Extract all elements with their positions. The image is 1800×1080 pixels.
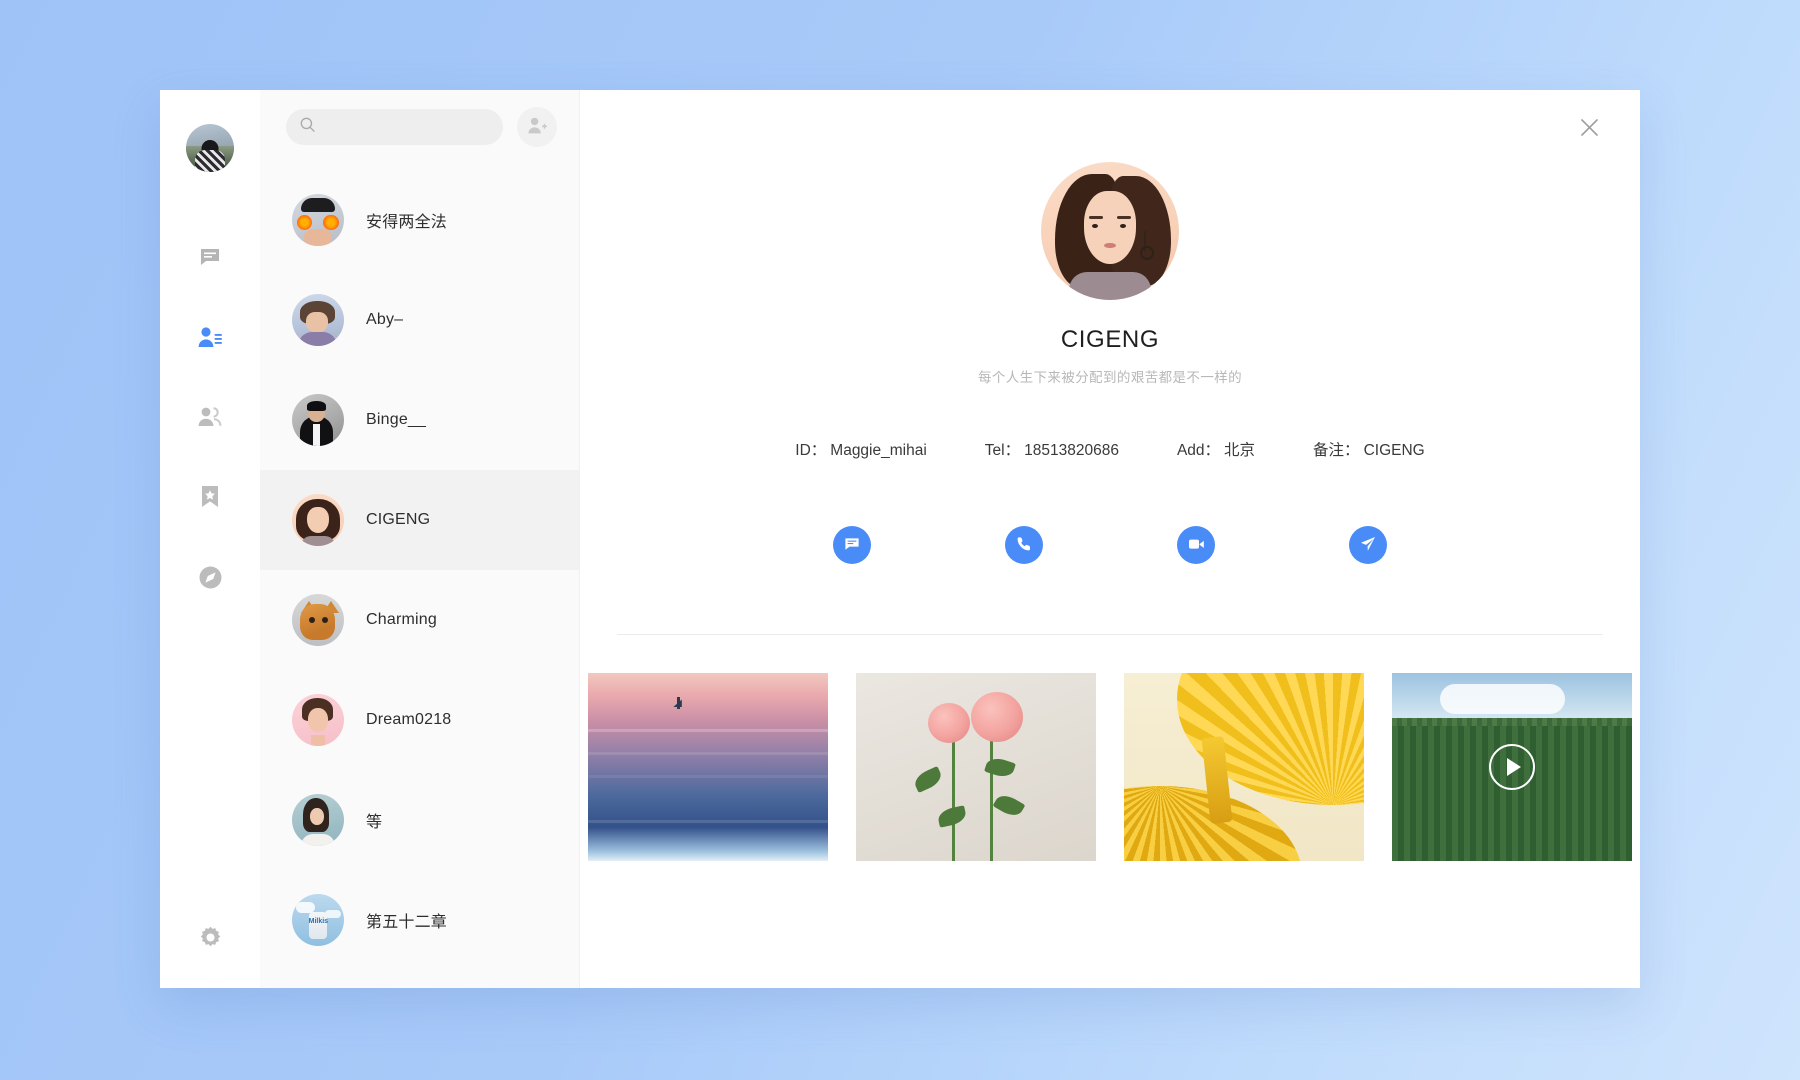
close-icon (1580, 118, 1599, 140)
info-key: Tel： (984, 442, 1021, 459)
nav-item-chats[interactable] (187, 234, 233, 280)
add-contact-button[interactable] (517, 107, 557, 147)
app-window: 安得两全法 Aby– Binge__ CIGENG Charming Dream… (160, 90, 1640, 988)
info-value: 18513820686 (1024, 442, 1119, 459)
send-file-button[interactable] (1349, 526, 1387, 564)
contact-name: 安得两全法 (366, 214, 448, 231)
user-avatar[interactable] (186, 124, 234, 172)
contact-name: Binge__ (366, 411, 427, 428)
info-item-remark: 备注： CIGENG (1313, 438, 1425, 460)
nav-item-discover[interactable] (187, 554, 233, 600)
message-icon (844, 536, 860, 555)
section-divider (617, 634, 1603, 635)
chat-icon (198, 245, 222, 269)
info-key: Add： (1176, 442, 1221, 459)
contact-name: Aby– (366, 311, 404, 328)
settings-gear-icon (198, 925, 223, 950)
contact-name: 第五十二章 (366, 914, 448, 931)
info-key: 备注： (1313, 442, 1360, 459)
profile-signature: 每个人生下来被分配到的艰苦都是不一样的 (977, 370, 1243, 385)
contact-avatar (292, 194, 344, 246)
contact-row-3[interactable]: CIGENG (260, 470, 579, 570)
info-value: CIGENG (1363, 442, 1425, 459)
contact-avatar (292, 794, 344, 846)
contact-name: Dream0218 (366, 711, 452, 728)
contact-list[interactable]: 安得两全法 Aby– Binge__ CIGENG Charming Dream… (260, 164, 579, 988)
video-call-button[interactable] (1177, 526, 1215, 564)
contact-avatar (292, 494, 344, 546)
ocean-sunset-photo[interactable] (588, 673, 828, 861)
bookmark-star-icon (199, 485, 221, 509)
contact-avatar (292, 694, 344, 746)
action-button-row (833, 526, 1387, 564)
nav-item-settings[interactable] (187, 914, 233, 960)
contact-row-2[interactable]: Binge__ (260, 370, 579, 470)
nav-rail (160, 90, 260, 988)
contact-row-1[interactable]: Aby– (260, 270, 579, 370)
contact-avatar: Milkis (292, 894, 344, 946)
contact-name: 等 (366, 814, 383, 831)
list-header (260, 90, 579, 164)
forest-video[interactable] (1392, 673, 1632, 861)
info-item-address: Add： 北京 (1177, 438, 1255, 460)
profile-name: CIGENG (1060, 326, 1160, 353)
contact-row-6[interactable]: 等 (260, 770, 579, 870)
contacts-icon (197, 325, 223, 349)
nav-item-favorites[interactable] (187, 474, 233, 520)
contact-name: Charming (366, 611, 437, 628)
send-message-button[interactable] (833, 526, 871, 564)
close-button[interactable] (1572, 112, 1606, 146)
contact-detail-panel: CIGENG 每个人生下来被分配到的艰苦都是不一样的 ID： Maggie_mih… (580, 90, 1640, 988)
info-key: ID： (795, 442, 827, 459)
profile-info-row: ID： Maggie_mihai Tel： 18513820686 Add： 北京 备… (795, 438, 1424, 460)
contact-avatar (292, 294, 344, 346)
contact-row-0[interactable]: 安得两全法 (260, 170, 579, 270)
yellow-umbrella-photo[interactable] (1124, 673, 1364, 861)
video-icon (1188, 537, 1205, 554)
contact-row-5[interactable]: Dream0218 (260, 670, 579, 770)
contact-avatar (292, 594, 344, 646)
moments-gallery (588, 673, 1632, 861)
contact-name: CIGENG (366, 511, 431, 528)
info-item-tel: Tel： 18513820686 (985, 438, 1119, 460)
search-box[interactable] (286, 109, 503, 145)
phone-icon (1016, 536, 1032, 555)
play-icon[interactable] (1489, 744, 1535, 790)
info-value: Maggie_mihai (830, 442, 927, 459)
nav-item-groups[interactable] (187, 394, 233, 440)
group-icon (197, 406, 223, 428)
info-value: 北京 (1224, 442, 1256, 459)
compass-icon (198, 565, 223, 590)
search-input[interactable] (324, 119, 489, 135)
avatar-body (195, 150, 225, 172)
voice-call-button[interactable] (1005, 526, 1043, 564)
pink-roses-photo[interactable] (856, 673, 1096, 861)
contact-list-panel: 安得两全法 Aby– Binge__ CIGENG Charming Dream… (260, 90, 580, 988)
add-user-icon (527, 116, 547, 138)
contact-row-4[interactable]: Charming (260, 570, 579, 670)
profile-avatar[interactable] (1041, 162, 1179, 300)
nav-item-contacts[interactable] (187, 314, 233, 360)
contact-avatar (292, 394, 344, 446)
info-item-id: ID： Maggie_mihai (795, 438, 927, 460)
search-icon (300, 117, 315, 137)
contact-row-7[interactable]: Milkis 第五十二章 (260, 870, 579, 970)
send-icon (1360, 536, 1376, 555)
